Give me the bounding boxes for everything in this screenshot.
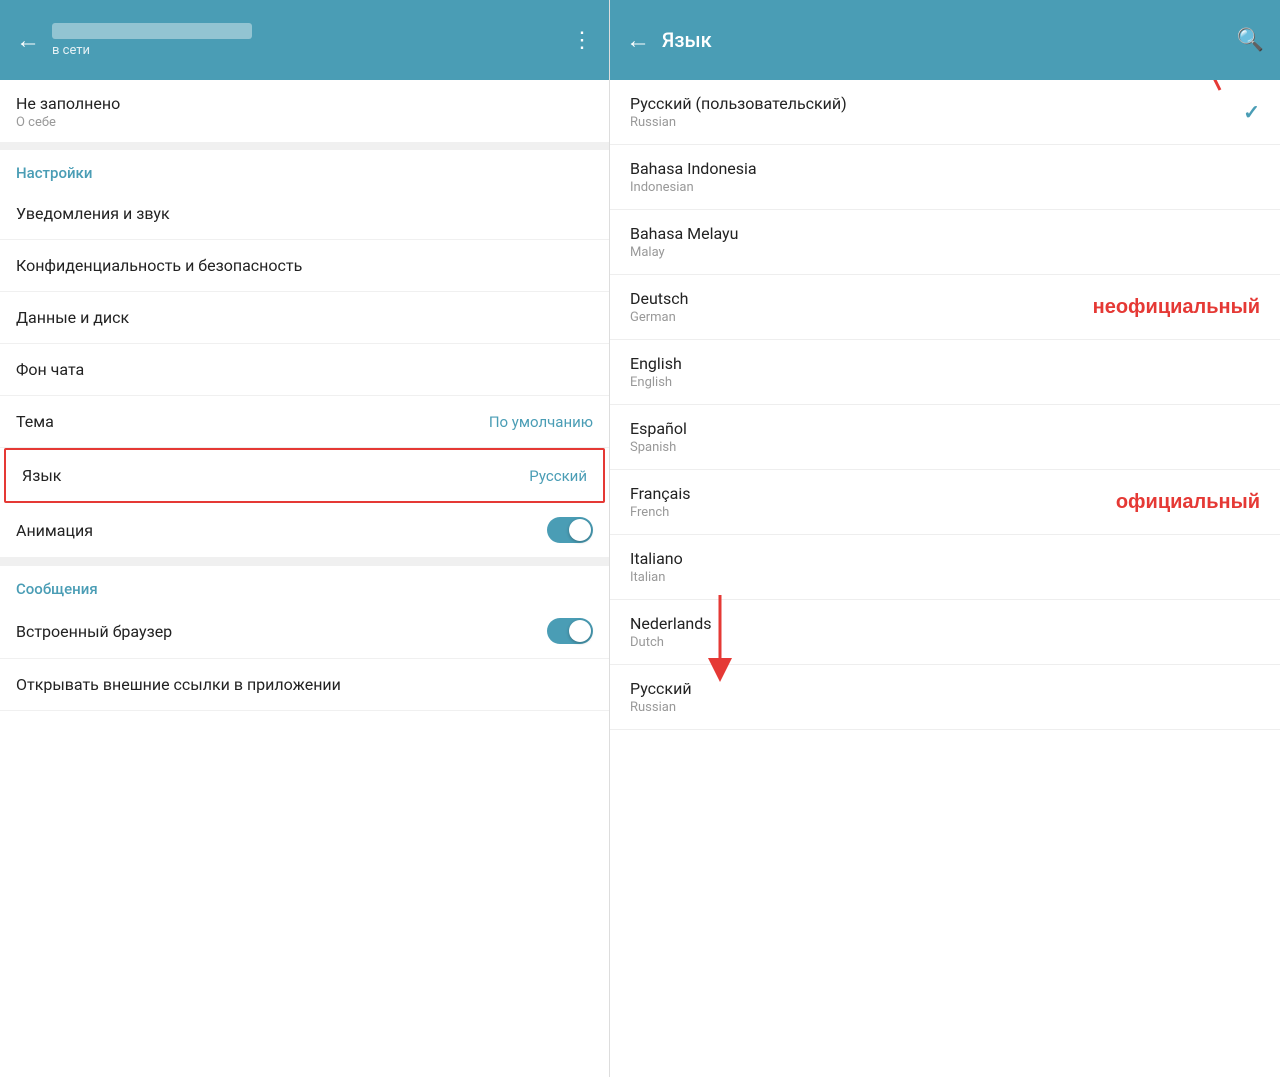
lang-name: Français [630,484,691,503]
list-item[interactable]: Français French официальный [610,470,1280,535]
search-button[interactable]: 🔍 [1237,28,1264,53]
lang-item-text-russian: Русский Russian [630,679,692,715]
theme-label: Тема [16,412,54,431]
language-label: Язык [22,466,61,485]
not-filled-title: Не заполнено [16,94,593,113]
language-list: Русский (пользовательский) Russian ✓ Bah… [610,80,1280,1077]
lang-name: Bahasa Melayu [630,224,738,243]
list-item[interactable]: Русский (пользовательский) Russian ✓ [610,80,1280,145]
right-header: ← Язык 🔍 [610,0,1280,80]
arrow-up-annotation [1170,80,1230,100]
lang-item-text-indonesian: Bahasa Indonesia Indonesian [630,159,757,195]
list-item[interactable]: Bahasa Melayu Malay [610,210,1280,275]
animation-label: Анимация [16,521,93,540]
contact-status: в сети [52,43,559,58]
lang-sub: Russian [630,700,692,715]
browser-toggle-knob [569,620,591,642]
lang-item-text-malay: Bahasa Melayu Malay [630,224,738,260]
data-label: Данные и диск [16,308,129,327]
left-panel: ← в сети ⋮ Не заполнено О себе Настройки… [0,0,610,1077]
lang-name: Русский (пользовательский) [630,94,847,113]
arrow-down-annotation [690,585,750,685]
right-panel: ← Язык 🔍 Русский (пользовательский) Russ… [610,0,1280,1077]
lang-item-text-french: Français French [630,484,691,520]
browser-label: Встроенный браузер [16,622,172,641]
lang-item-text-german: Deutsch German [630,289,688,325]
checkmark-icon: ✓ [1243,100,1260,124]
list-item[interactable]: Deutsch German неофициальный [610,275,1280,340]
back-button-left[interactable]: ← [16,26,40,55]
privacy-menu-item[interactable]: Конфиденциальность и безопасность [0,240,609,292]
theme-value: По умолчанию [489,413,593,431]
list-item[interactable]: Bahasa Indonesia Indonesian [610,145,1280,210]
more-options-button[interactable]: ⋮ [571,28,593,53]
list-item[interactable]: Русский Russian [610,665,1280,730]
lang-sub: Spanish [630,440,687,455]
unofficial-annotation: неофициальный [1093,296,1260,319]
lang-name: Italiano [630,549,683,568]
theme-menu-item[interactable]: Тема По умолчанию [0,396,609,448]
not-filled-section: Не заполнено О себе [0,80,609,142]
chat-bg-label: Фон чата [16,360,84,379]
external-links-label: Открывать внешние ссылки в приложении [16,675,341,694]
lang-item-text-italian: Italiano Italian [630,549,683,585]
lang-sub: French [630,505,691,520]
list-item[interactable]: Español Spanish [610,405,1280,470]
lang-name: English [630,354,682,373]
left-header: ← в сети ⋮ [0,0,609,80]
lang-sub: Italian [630,570,683,585]
contact-name-blurred [52,23,252,39]
language-page-title: Язык [662,28,1225,52]
lang-sub: Russian [630,115,847,130]
divider-1 [0,142,609,150]
lang-name: Bahasa Indonesia [630,159,757,178]
toggle-knob [569,519,591,541]
lang-sub: English [630,375,682,390]
lang-sub: Indonesian [630,180,757,195]
chat-bg-menu-item[interactable]: Фон чата [0,344,609,396]
lang-name: Deutsch [630,289,688,308]
lang-item-text-russian-custom: Русский (пользовательский) Russian [630,94,847,130]
data-menu-item[interactable]: Данные и диск [0,292,609,344]
lang-sub: German [630,310,688,325]
lang-name: Español [630,419,687,438]
privacy-label: Конфиденциальность и безопасность [16,256,302,275]
lang-item-text-spanish: Español Spanish [630,419,687,455]
settings-section-header: Настройки [0,150,609,188]
list-item[interactable]: English English [610,340,1280,405]
language-value: Русский [529,467,587,485]
external-links-item[interactable]: Открывать внешние ссылки в приложении [0,659,609,711]
messages-section-header: Сообщения [0,566,609,604]
lang-item-text-english: English English [630,354,682,390]
not-filled-subtitle: О себе [16,115,593,140]
notifications-menu-item[interactable]: Уведомления и звук [0,188,609,240]
lang-name: Русский [630,679,692,698]
official-annotation: официальный [1116,491,1260,514]
contact-info: в сети [52,23,559,58]
notifications-label: Уведомления и звук [16,204,170,223]
animation-toggle[interactable] [547,517,593,543]
back-button-right[interactable]: ← [626,26,650,55]
animation-toggle-item[interactable]: Анимация [0,503,609,558]
browser-toggle-item[interactable]: Встроенный браузер [0,604,609,659]
language-menu-item[interactable]: Язык Русский [4,448,605,503]
browser-toggle[interactable] [547,618,593,644]
lang-sub: Malay [630,245,738,260]
divider-2 [0,558,609,566]
